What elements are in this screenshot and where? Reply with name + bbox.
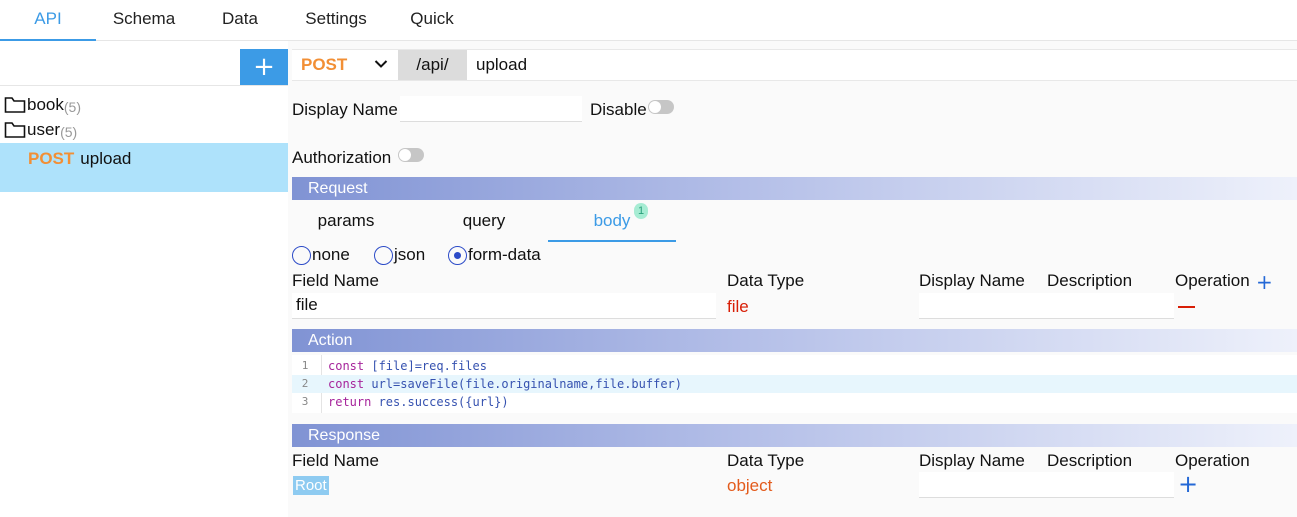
url-path-input[interactable] [468, 50, 1288, 80]
radio-label: none [312, 245, 350, 264]
display-name-label: Display Name [292, 100, 398, 119]
col-operation: Operation [1175, 271, 1250, 290]
root-display-name-input[interactable] [919, 472, 1174, 498]
resp-col-operation: Operation [1175, 451, 1250, 470]
add-api-button[interactable]: + [240, 49, 288, 85]
tab-quick[interactable]: Quick [384, 0, 480, 41]
radio-json[interactable]: json [374, 244, 425, 266]
folder-name: book [27, 95, 64, 114]
resp-col-description: Description [1047, 451, 1133, 470]
code-line-active: 2 const url=saveFile(file.originalname,f… [292, 375, 1297, 393]
remove-field-icon[interactable] [1178, 306, 1195, 308]
line-number: 1 [301, 359, 309, 372]
resp-col-field-name: Field Name [292, 451, 379, 470]
folder-icon [4, 122, 26, 138]
line-number: 3 [301, 395, 309, 408]
action-section-header: Action [292, 329, 1297, 352]
url-prefix: /api/ [398, 50, 467, 80]
code-keyword: return [328, 395, 372, 409]
code-text: res.success({url}) [371, 395, 509, 409]
method-select[interactable]: POST [292, 50, 398, 80]
code-text: url=saveFile(file.originalname,file.buff… [364, 377, 683, 391]
folder-icon [4, 97, 26, 113]
tab-api[interactable]: API [0, 0, 96, 41]
sidebar-folder-user[interactable]: user (5) [4, 118, 77, 142]
sidebar-item-upload[interactable]: POST upload [0, 143, 288, 192]
sidebar-divider [0, 85, 288, 86]
authorization-toggle[interactable] [398, 148, 424, 162]
folder-count: (5) [60, 123, 78, 140]
field-name-cell[interactable]: file [292, 293, 716, 319]
add-response-field-icon[interactable]: + [1178, 472, 1198, 496]
line-number: 2 [301, 377, 309, 390]
resp-col-data-type: Data Type [727, 451, 805, 470]
code-keyword: const [328, 359, 365, 373]
add-field-icon[interactable]: + [1256, 272, 1273, 292]
disable-label: Disable [590, 100, 647, 119]
code-editor[interactable]: 1 const [file]=req.files 2 const url=sav… [292, 355, 1297, 413]
response-section-header: Response [292, 424, 1297, 447]
disable-toggle[interactable] [648, 100, 674, 114]
root-field-badge[interactable]: Root [293, 476, 329, 495]
folder-name: user [27, 120, 61, 139]
main-panel: POST /api/ Display Name Disable Authoriz… [288, 41, 1297, 517]
code-text: [file]=req.files [364, 359, 487, 373]
authorization-label: Authorization [292, 148, 392, 167]
radio-label: json [394, 245, 426, 264]
request-section-header: Request [292, 177, 1297, 200]
col-data-type: Data Type [727, 271, 805, 290]
radio-circle-selected [448, 245, 467, 265]
col-field-name: Field Name [292, 271, 379, 290]
folder-count: (5) [63, 98, 81, 115]
radio-none[interactable]: none [292, 244, 350, 266]
body-count-badge: 1 [634, 203, 648, 219]
method-value: POST [301, 55, 348, 74]
tab-settings[interactable]: Settings [288, 0, 384, 41]
tab-query[interactable]: query [433, 206, 535, 242]
root-data-type[interactable]: object [727, 476, 772, 496]
api-name-label: upload [80, 149, 132, 168]
sidebar-folder-book[interactable]: book (5) [4, 93, 81, 117]
radio-label: form-data [468, 245, 541, 264]
api-method-label: POST [28, 149, 75, 168]
tab-data[interactable]: Data [192, 0, 288, 41]
resp-col-display-name: Display Name [919, 451, 1025, 470]
url-bar: POST /api/ [292, 49, 1297, 81]
radio-form-data[interactable]: form-data [448, 244, 541, 266]
tab-schema[interactable]: Schema [96, 0, 192, 41]
radio-circle [374, 245, 393, 265]
code-keyword: const [328, 377, 365, 391]
top-nav: API Schema Data Settings Quick [0, 0, 1297, 41]
display-name-input[interactable] [400, 96, 582, 122]
sidebar: + book (5) user (5) POST upload [0, 41, 288, 517]
col-description: Description [1047, 271, 1133, 290]
radio-circle [292, 245, 311, 265]
tab-body[interactable]: body [548, 206, 676, 242]
tab-params[interactable]: params [308, 206, 384, 242]
data-type-value[interactable]: file [727, 297, 749, 317]
field-display-name-input[interactable] [919, 293, 1174, 319]
chevron-down-icon [374, 60, 388, 68]
col-display-name: Display Name [919, 271, 1025, 290]
code-line: 3 return res.success({url}) [292, 393, 1297, 411]
code-line: 1 const [file]=req.files [292, 357, 1297, 375]
